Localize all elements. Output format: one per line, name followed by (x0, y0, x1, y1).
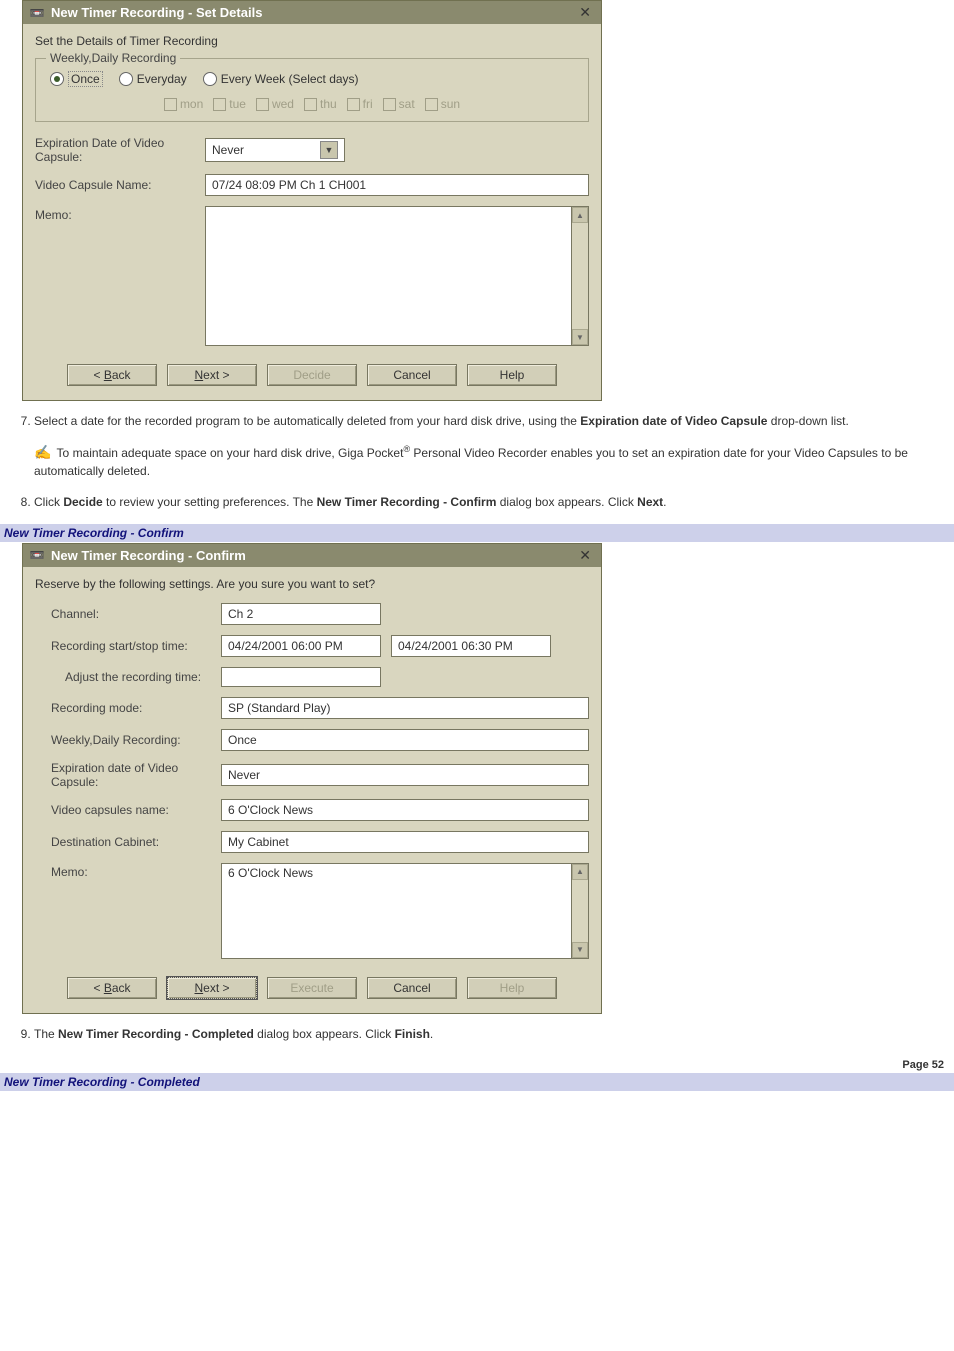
memo-label: Memo: (35, 206, 205, 222)
execute-button[interactable]: Execute (267, 977, 357, 999)
videoname-input[interactable]: 07/24 08:09 PM Ch 1 CH001 (205, 174, 589, 196)
videoname-label: Video Capsule Name: (35, 178, 205, 192)
scroll-up-icon[interactable]: ▲ (572, 864, 588, 880)
app-icon: 📼 (29, 5, 45, 21)
section-heading-completed: New Timer Recording - Completed (4, 1075, 950, 1089)
startstop-label: Recording start/stop time: (51, 639, 221, 653)
close-icon[interactable]: ✕ (575, 547, 595, 564)
radio-select-days[interactable]: Every Week (Select days) (203, 72, 359, 86)
mode-field: SP (Standard Play) (221, 697, 589, 719)
app-icon: 📼 (29, 547, 45, 563)
weekly-field: Once (221, 729, 589, 751)
expiration-label: Expiration date of Video Capsule: (51, 761, 221, 789)
step-9: The New Timer Recording - Completed dial… (34, 1026, 954, 1043)
back-button[interactable]: < Back (67, 977, 157, 999)
capsulename-label: Video capsules name: (51, 803, 221, 817)
note-icon: ✍ (34, 442, 51, 462)
memo-textarea[interactable]: ▲ ▼ (205, 206, 589, 346)
instruction-text: Set the Details of Timer Recording (35, 34, 589, 48)
weekly-label: Weekly,Daily Recording: (51, 733, 221, 747)
channel-field: Ch 2 (221, 603, 381, 625)
day-sun: sun (425, 97, 460, 111)
expiration-label: Expiration Date of Video Capsule: (35, 136, 205, 164)
step-8: Click Decide to review your setting pref… (34, 494, 954, 511)
titlebar: 📼 New Timer Recording - Confirm ✕ (23, 544, 601, 567)
radio-everyday[interactable]: Everyday (119, 72, 187, 86)
adjust-field (221, 667, 381, 687)
cancel-button[interactable]: Cancel (367, 364, 457, 386)
memo-label: Memo: (51, 863, 221, 879)
day-tue: tue (213, 97, 246, 111)
radio-dot-icon (203, 72, 217, 86)
expiration-dropdown[interactable]: Never ▼ (205, 138, 345, 162)
help-button[interactable]: Help (467, 977, 557, 999)
step-7: Select a date for the recorded program t… (34, 413, 954, 430)
adjust-label: Adjust the recording time: (51, 670, 221, 684)
next-button[interactable]: Next > (167, 977, 257, 999)
next-button[interactable]: Next > (167, 364, 257, 386)
note-7: ✍ To maintain adequate space on your har… (34, 442, 954, 480)
cabinet-field: My Cabinet (221, 831, 589, 853)
decide-button[interactable]: Decide (267, 364, 357, 386)
dialog-set-details: 📼 New Timer Recording - Set Details ✕ Se… (22, 0, 602, 401)
radio-dot-icon (50, 72, 64, 86)
scroll-down-icon[interactable]: ▼ (572, 329, 588, 345)
day-wed: wed (256, 97, 294, 111)
scrollbar[interactable]: ▲ ▼ (571, 863, 589, 959)
radio-once[interactable]: Once (50, 71, 103, 87)
weekly-daily-group: Weekly,Daily Recording Once Everyday Eve… (35, 58, 589, 122)
section-heading-confirm-bg: New Timer Recording - Confirm (0, 524, 954, 542)
help-button[interactable]: Help (467, 364, 557, 386)
section-heading-completed-bg: New Timer Recording - Completed (0, 1073, 954, 1091)
dialog-confirm: 📼 New Timer Recording - Confirm ✕ Reserv… (22, 543, 602, 1014)
section-heading-confirm: New Timer Recording - Confirm (4, 526, 950, 540)
day-mon: mon (164, 97, 203, 111)
expiration-field: Never (221, 764, 589, 786)
scroll-down-icon[interactable]: ▼ (572, 942, 588, 958)
dialog-title: New Timer Recording - Set Details (51, 5, 262, 20)
capsulename-field: 6 O'Clock News (221, 799, 589, 821)
day-sat: sat (383, 97, 415, 111)
group-legend: Weekly,Daily Recording (46, 51, 180, 65)
memo-textarea: 6 O'Clock News ▲ ▼ (221, 863, 589, 959)
scroll-up-icon[interactable]: ▲ (572, 207, 588, 223)
cancel-button[interactable]: Cancel (367, 977, 457, 999)
start-field: 04/24/2001 06:00 PM (221, 635, 381, 657)
back-button[interactable]: < Back (67, 364, 157, 386)
days-row: mon tue wed thu fri sat sun (50, 97, 574, 111)
radio-dot-icon (119, 72, 133, 86)
chevron-down-icon: ▼ (320, 141, 338, 159)
dialog-title: New Timer Recording - Confirm (51, 548, 246, 563)
page-number: Page 52 (0, 1055, 954, 1073)
scrollbar[interactable]: ▲ ▼ (571, 206, 589, 346)
day-fri: fri (347, 97, 373, 111)
cabinet-label: Destination Cabinet: (51, 835, 221, 849)
mode-label: Recording mode: (51, 701, 221, 715)
channel-label: Channel: (51, 607, 221, 621)
day-thu: thu (304, 97, 337, 111)
instruction-text: Reserve by the following settings. Are y… (35, 577, 589, 591)
stop-field: 04/24/2001 06:30 PM (391, 635, 551, 657)
close-icon[interactable]: ✕ (575, 4, 595, 21)
titlebar: 📼 New Timer Recording - Set Details ✕ (23, 1, 601, 24)
